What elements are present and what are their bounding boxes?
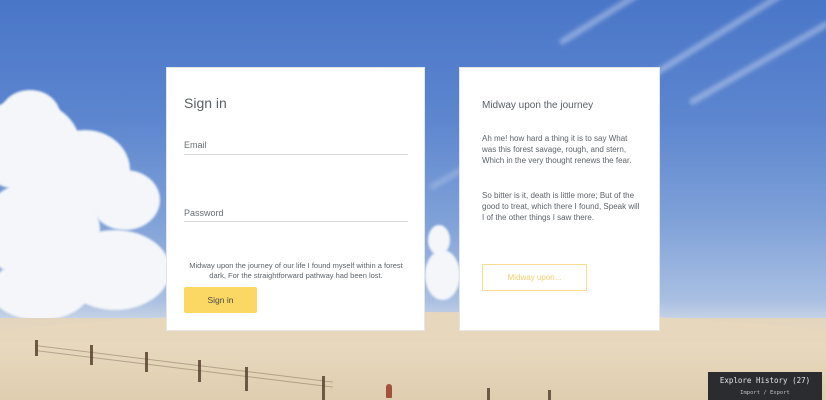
sky-streak [558,0,689,46]
cloud [90,170,160,230]
explore-history-button[interactable]: Explore History (27) [708,376,822,385]
info-title: Midway upon the journey [482,100,594,111]
explore-history-panel: Explore History (27) Import / Export [708,372,822,400]
password-field[interactable] [184,207,408,221]
midway-button[interactable]: Midway upon... [482,264,587,291]
email-field-underline [184,154,408,155]
email-field[interactable] [184,139,408,153]
sign-in-note: Midway upon the journey of our life I fo… [189,261,403,280]
info-paragraph-1: Ah me! how hard a thing it is to say Wha… [482,134,632,165]
cloud [428,225,450,255]
sky-streak [638,0,812,86]
fence-post [548,390,551,400]
fence-post [90,345,93,365]
cloud [0,260,90,320]
sky-streak [688,20,826,106]
fence-post [145,352,148,372]
sign-in-button[interactable]: Sign in [184,287,257,313]
password-field-underline [184,221,408,222]
import-export-link[interactable]: Import / Export [708,390,822,396]
sign-in-card: Sign in Email Password Midway upon the j… [166,67,425,331]
cloud [425,250,460,300]
cloud [0,90,60,140]
info-card: Midway upon the journey Ah me! how hard … [459,67,660,331]
fence-post [487,388,490,400]
person-figure [386,384,392,398]
sign-in-title: Sign in [184,95,227,111]
fence-post [35,340,38,356]
info-paragraph-2: So bitter is it, death is little more; B… [482,191,640,222]
